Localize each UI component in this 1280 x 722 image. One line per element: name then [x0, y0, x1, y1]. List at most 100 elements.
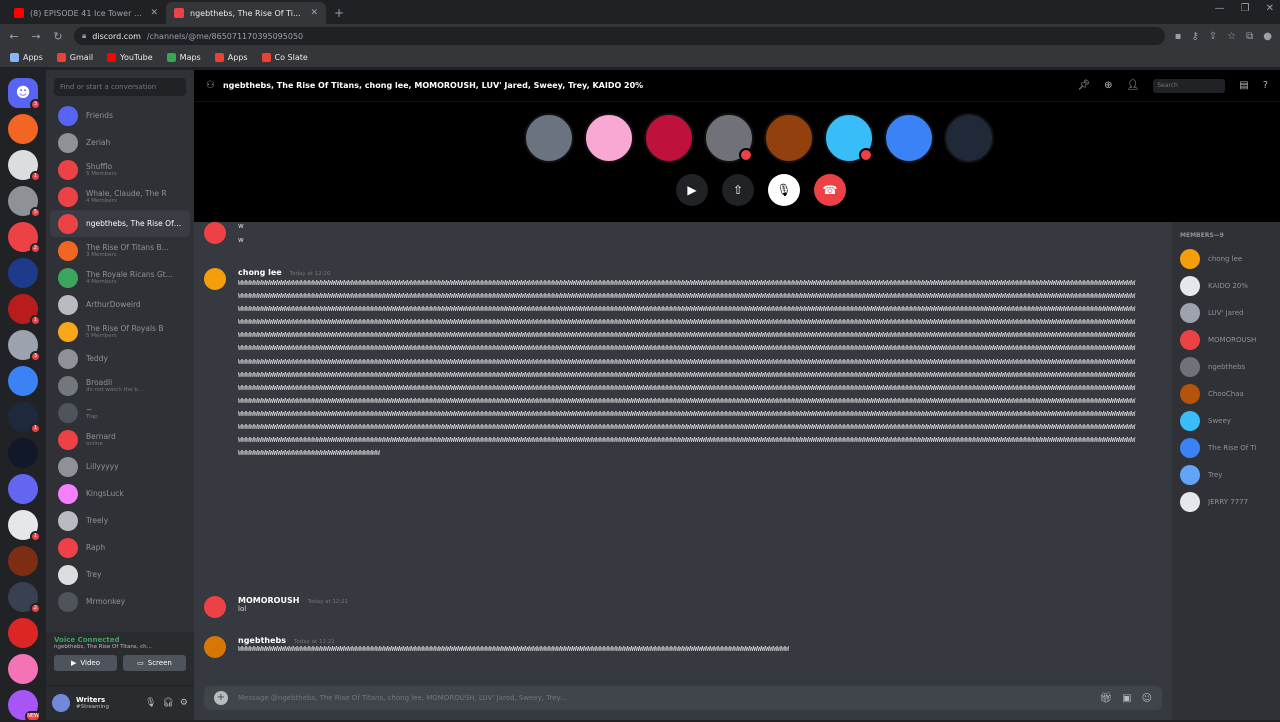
member-item[interactable]: KAIDO 20% — [1180, 272, 1272, 299]
dm-item[interactable]: The Royale Ricans Gt... 4 Members — [50, 264, 190, 291]
server-icon[interactable]: 5 — [8, 186, 41, 218]
participant-avatar[interactable] — [644, 113, 694, 163]
close-tab-icon[interactable]: ✕ — [310, 8, 318, 18]
pin-icon[interactable]: 📌︎ — [1077, 80, 1090, 91]
member-item[interactable]: chong lee — [1180, 245, 1272, 272]
home-server-button[interactable]: ☻ 3 — [8, 78, 41, 110]
bookmark-apps[interactable]: Apps — [10, 53, 43, 62]
server-icon[interactable] — [8, 438, 38, 468]
member-item[interactable]: ngebthebs — [1180, 353, 1272, 380]
profile-icon[interactable]: ● — [1263, 31, 1272, 42]
avatar[interactable] — [204, 268, 226, 290]
member-item[interactable]: Trey — [1180, 461, 1272, 488]
dm-item[interactable]: ArthurDoweird — [50, 291, 190, 318]
server-icon[interactable] — [8, 618, 38, 648]
help-icon[interactable]: ? — [1263, 80, 1268, 91]
member-item[interactable]: JERRY 7777 — [1180, 488, 1272, 515]
participant-avatar[interactable] — [944, 113, 994, 163]
bookmark-gmail[interactable]: Gmail — [56, 53, 93, 62]
dm-item[interactable]: ~ Trap — [50, 399, 190, 426]
bookmark-apps-2[interactable]: Apps — [214, 53, 248, 62]
avatar[interactable] — [204, 636, 226, 658]
message-author[interactable]: ngebthebs — [238, 636, 286, 645]
inbox-icon[interactable]: ▤ — [1239, 80, 1248, 91]
share-screen-button[interactable]: ⇧ — [722, 174, 754, 206]
address-bar[interactable]: 🔒︎ discord.com/channels/@me/865071170395… — [74, 27, 1165, 45]
avatar[interactable] — [204, 596, 226, 618]
server-icon[interactable]: 1 — [8, 510, 41, 542]
participant-avatar[interactable] — [524, 113, 574, 163]
mute-button[interactable]: 🎙︎ — [768, 174, 800, 206]
server-icon[interactable] — [8, 366, 38, 396]
bookmark-youtube[interactable]: YouTube — [107, 53, 153, 62]
bookmark-co-slate[interactable]: Co Slate — [261, 53, 308, 62]
message-author[interactable]: MOMOROUSH — [238, 596, 299, 605]
add-friend-icon[interactable]: ⊕ — [1104, 80, 1112, 91]
close-window-icon[interactable]: ✕ — [1266, 3, 1274, 14]
browser-tab-youtube[interactable]: (8) EPISODE 41 Ice Tower Defe ✕ — [6, 2, 166, 24]
dm-item[interactable]: Bernard online — [50, 426, 190, 453]
voice-channel-name[interactable]: ngebthebs, The Rise Of Titans, ch... — [54, 644, 186, 650]
back-arrow-icon[interactable]: ← — [8, 30, 20, 43]
message-author[interactable]: chong lee — [238, 268, 282, 277]
minimize-icon[interactable]: — — [1215, 3, 1225, 14]
dm-item[interactable]: ngebthebs, The Rise Of Ti — [50, 210, 190, 237]
new-tab-button[interactable]: + — [326, 6, 352, 24]
dm-item[interactable]: Trey — [50, 561, 190, 588]
participant-avatar[interactable] — [584, 113, 634, 163]
server-icon[interactable] — [8, 258, 38, 288]
dm-item[interactable]: Mrmonkey — [50, 588, 190, 615]
close-tab-icon[interactable]: ✕ — [150, 8, 158, 18]
restore-icon[interactable]: ❐ — [1241, 3, 1250, 14]
reload-icon[interactable]: ↻ — [52, 30, 64, 43]
member-item[interactable]: LUV' Jared — [1180, 299, 1272, 326]
server-icon[interactable] — [8, 114, 38, 144]
participant-avatar[interactable] — [764, 113, 814, 163]
server-icon[interactable]: 2 — [8, 222, 41, 254]
star-icon[interactable]: ☆ — [1227, 31, 1236, 42]
bookmark-maps[interactable]: Maps — [166, 53, 201, 62]
forward-arrow-icon[interactable]: → — [30, 30, 42, 43]
dm-item[interactable]: Treely — [50, 507, 190, 534]
member-list-icon[interactable]: 👤︎ — [1127, 80, 1140, 91]
dm-item[interactable]: Zeriah — [50, 129, 190, 156]
message-input[interactable]: Message @ngebthebs, The Rise Of Titans, … — [238, 694, 1089, 702]
member-item[interactable]: ChooChaa — [1180, 380, 1272, 407]
gift-icon[interactable]: 🎁︎ — [1099, 693, 1112, 704]
participant-avatar[interactable] — [824, 113, 874, 163]
gif-icon[interactable]: ▣ — [1122, 693, 1131, 704]
dm-item[interactable]: Lillyyyyy — [50, 453, 190, 480]
server-icon[interactable]: 3 — [8, 330, 41, 362]
dm-item[interactable]: Teddy — [50, 345, 190, 372]
dm-item[interactable]: The Rise Of Royals B5 Members — [50, 318, 190, 345]
video-button[interactable]: ▶ Video — [54, 655, 117, 671]
server-icon[interactable]: 2 — [8, 582, 41, 614]
dm-item[interactable]: The Rise Of Titans B... 3 Members — [50, 237, 190, 264]
server-icon[interactable] — [8, 474, 38, 504]
dm-search-input[interactable]: Find or start a conversation — [54, 78, 186, 96]
attach-plus-icon[interactable]: + — [214, 691, 228, 705]
member-item[interactable]: The Rise Of Ti — [1180, 434, 1272, 461]
server-icon[interactable] — [8, 654, 38, 684]
server-icon[interactable]: 1 — [8, 294, 41, 326]
participant-avatar[interactable] — [884, 113, 934, 163]
dm-item[interactable]: Whale, Claude, The R4 Members — [50, 183, 190, 210]
member-item[interactable]: Sweey — [1180, 407, 1272, 434]
disconnect-button[interactable]: ☎ — [814, 174, 846, 206]
emoji-icon[interactable]: ☺ — [1142, 693, 1152, 704]
avatar[interactable] — [204, 222, 226, 244]
dm-item[interactable]: Shufflo 5 Members — [50, 156, 190, 183]
server-icon[interactable]: 1 — [8, 402, 41, 434]
browser-tab-discord[interactable]: ngebthebs, The Rise Of Ti... ✕ — [166, 2, 326, 24]
dm-item[interactable]: Raph — [50, 534, 190, 561]
share-icon[interactable]: ⇪ — [1209, 31, 1217, 42]
headphones-icon[interactable]: 🎧︎ — [162, 698, 173, 708]
gear-icon[interactable]: ⚙ — [180, 698, 188, 708]
microphone-icon[interactable]: 🎙︎ — [145, 698, 156, 708]
participant-avatar[interactable] — [704, 113, 754, 163]
key-icon[interactable]: ⚷ — [1191, 31, 1198, 42]
user-avatar[interactable] — [52, 694, 70, 712]
header-search-input[interactable]: Search — [1153, 78, 1226, 93]
camera-icon[interactable]: ▪ — [1175, 31, 1182, 42]
extensions-icon[interactable]: ⧉ — [1246, 31, 1253, 42]
